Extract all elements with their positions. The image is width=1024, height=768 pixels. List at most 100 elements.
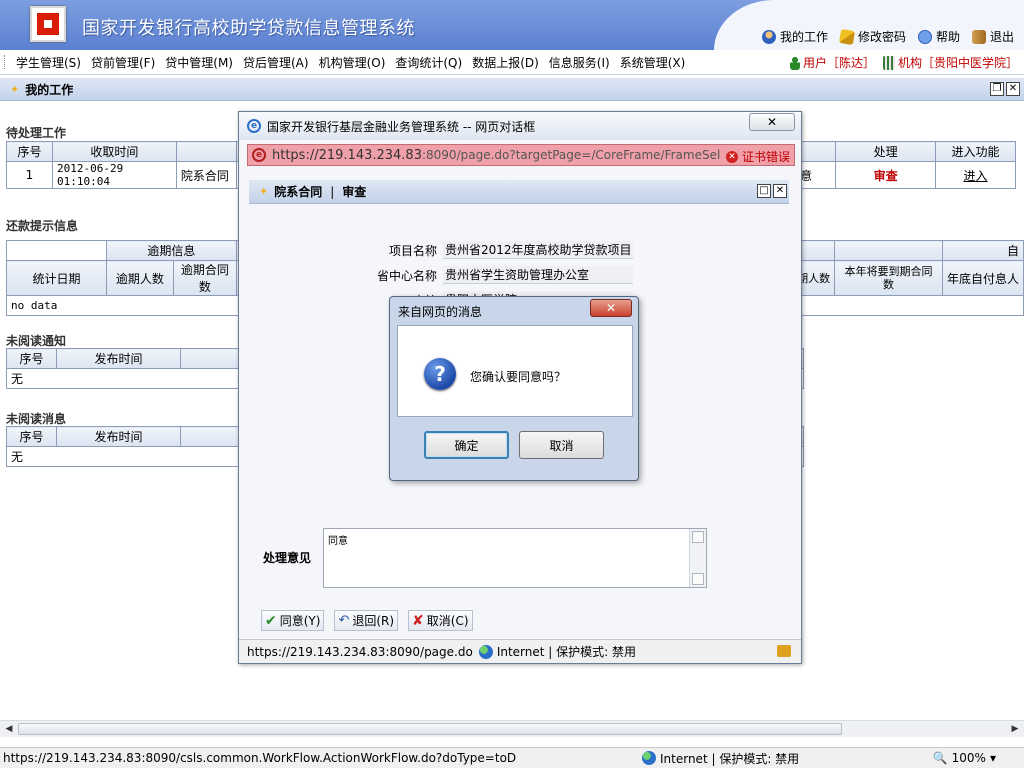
field-center: 省中心名称 贵州省学生资助管理办公室 bbox=[343, 266, 633, 284]
dialog-titlebar: e 国家开发银行基层金融业务管理系统 -- 网页对话框 ✕ bbox=[239, 112, 801, 140]
zoom-control[interactable]: 🔍 100% ▾ bbox=[933, 751, 996, 765]
menu-midloan[interactable]: 贷中管理(M) bbox=[160, 54, 238, 71]
restore-icon[interactable]: ❐ bbox=[990, 82, 1004, 96]
close-icon[interactable]: ✕ bbox=[1006, 82, 1020, 96]
opinion-textarea[interactable]: 同意 bbox=[323, 528, 707, 588]
opinion-scrollbar[interactable] bbox=[689, 529, 706, 587]
msgbox-body: ? 您确认要同意吗？ bbox=[397, 325, 633, 417]
cert-error-icon: ✕ bbox=[725, 150, 738, 163]
help-link[interactable]: 帮助 bbox=[917, 28, 960, 45]
menu-org[interactable]: 机构管理(O) bbox=[314, 54, 391, 71]
current-user: 用户［陈达］ bbox=[789, 54, 875, 71]
opinion-label: 处理意见 bbox=[263, 551, 312, 565]
center-value: 贵州省学生资助管理办公室 bbox=[443, 266, 633, 284]
menu-info[interactable]: 信息服务(I) bbox=[544, 54, 615, 71]
section-title: 院系合同 bbox=[274, 185, 323, 199]
dialog-status-zone: Internet | 保护模式: 禁用 bbox=[478, 643, 636, 660]
check-icon: ✔ bbox=[265, 612, 277, 629]
scroll-thumb[interactable] bbox=[18, 723, 842, 735]
field-project: 项目名称 贵州省2012年度高校助学贷款项目 bbox=[388, 241, 633, 259]
user-icon bbox=[761, 29, 776, 44]
app-banner: 国家开发银行高校助学贷款信息管理系统 我的工作 修改密码 帮助 退出 bbox=[0, 0, 1024, 50]
org-icon bbox=[882, 55, 895, 70]
col-no: 序号 bbox=[6, 141, 53, 162]
dialog-status-bar: https://219.143.234.83:8090/page.do Inte… bbox=[239, 639, 801, 663]
return-button[interactable]: ↶ 退回(R) bbox=[334, 610, 399, 631]
msgbox-text: 您确认要同意吗？ bbox=[470, 370, 567, 384]
menu-grip bbox=[4, 55, 7, 69]
col-3 bbox=[175, 141, 237, 162]
menu-system[interactable]: 系统管理(X) bbox=[615, 54, 691, 71]
col-enter: 进入功能 bbox=[935, 141, 1016, 162]
main-menu: 学生管理(S) 贷前管理(F) 贷中管理(M) 贷后管理(A) 机构管理(O) … bbox=[0, 50, 1024, 75]
zoom-icon: 🔍 bbox=[932, 751, 948, 765]
repay-group2: 自 bbox=[941, 240, 1024, 261]
menu-report[interactable]: 数据上报(D) bbox=[467, 54, 544, 71]
notices-title: 未阅读通知 bbox=[6, 334, 67, 348]
menu-postloan[interactable]: 贷后管理(A) bbox=[238, 54, 314, 71]
bank-logo-icon bbox=[30, 6, 66, 42]
pending-title: 待处理工作 bbox=[6, 126, 67, 140]
horizontal-scrollbar[interactable]: ◀ ▶ bbox=[0, 720, 1024, 737]
menu-query[interactable]: 查询统计(Q) bbox=[390, 54, 467, 71]
star-icon: ✦ bbox=[259, 185, 269, 198]
help-icon bbox=[917, 29, 932, 44]
enter-link[interactable]: 进入 bbox=[964, 169, 988, 183]
review-link[interactable]: 审查 bbox=[874, 169, 898, 183]
session-info: 用户［陈达］ 机构［贵阳中医学院］ bbox=[789, 54, 1018, 71]
browser-status-bar: https://219.143.234.83:8090/csls.common.… bbox=[0, 747, 1024, 768]
exit-icon bbox=[971, 29, 986, 44]
chevron-down-icon: ▾ bbox=[989, 751, 996, 765]
globe-icon bbox=[642, 751, 656, 765]
repay-title: 还款提示信息 bbox=[6, 219, 79, 233]
menu-preloan[interactable]: 贷前管理(F) bbox=[86, 54, 160, 71]
messages-title: 未阅读消息 bbox=[6, 412, 67, 426]
my-work-header: ✦ 我的工作 ❐ ✕ bbox=[0, 78, 1024, 101]
dialog-status-url: https://219.143.234.83:8090/page.do bbox=[247, 644, 473, 659]
scroll-right-icon[interactable]: ▶ bbox=[1008, 723, 1022, 735]
cancel-x-icon: ✘ bbox=[412, 612, 424, 629]
agree-button[interactable]: ✔ 同意(Y) bbox=[261, 610, 325, 631]
address-host: https://219.143.234.83 bbox=[272, 147, 422, 163]
dialog-action-buttons: ✔ 同意(Y) ↶ 退回(R) ✘ 取消(C) bbox=[261, 610, 473, 631]
lock-icon bbox=[777, 645, 791, 657]
section-subtitle: 审查 bbox=[342, 185, 367, 199]
section-window-buttons: □ ✕ bbox=[757, 184, 787, 198]
app-title: 国家开发银行高校助学贷款信息管理系统 bbox=[82, 18, 415, 39]
pencil-icon bbox=[838, 28, 856, 45]
ok-button[interactable]: 确定 bbox=[424, 431, 509, 459]
panel-window-buttons: ❐ ✕ bbox=[990, 82, 1020, 96]
my-work-title: 我的工作 bbox=[25, 82, 74, 97]
cancel-button[interactable]: 取消 bbox=[519, 431, 604, 459]
section-header: ✦ 院系合同 | 审查 □ ✕ bbox=[249, 180, 789, 204]
dialog-title: 国家开发银行基层金融业务管理系统 -- 网页对话框 bbox=[267, 119, 536, 134]
opinion-text: 同意 bbox=[328, 536, 348, 547]
close-icon[interactable]: ✕ bbox=[773, 184, 787, 198]
person-icon bbox=[789, 55, 800, 70]
cancel-button[interactable]: ✘ 取消(C) bbox=[408, 610, 473, 631]
status-zone: Internet | 保护模式: 禁用 bbox=[642, 750, 799, 767]
confirm-message-box: 来自网页的消息 ✕ ? 您确认要同意吗？ 确定 取消 bbox=[389, 296, 639, 481]
ie-icon: e bbox=[252, 148, 266, 162]
star-icon: ✦ bbox=[10, 82, 20, 96]
top-links: 我的工作 修改密码 帮助 退出 bbox=[761, 28, 1014, 45]
cert-error[interactable]: ✕ 证书错误 bbox=[719, 148, 790, 165]
col-time: 收取时间 bbox=[51, 141, 177, 162]
change-password-link[interactable]: 修改密码 bbox=[838, 28, 906, 45]
col-handle: 处理 bbox=[835, 141, 937, 162]
logout-link[interactable]: 退出 bbox=[971, 28, 1014, 45]
address-path: :8090/page.do?targetPage=/CoreFrame/Fram… bbox=[421, 148, 743, 162]
msgbox-close-button[interactable]: ✕ bbox=[590, 299, 632, 317]
overdue-group: 逾期信息 bbox=[106, 240, 237, 261]
dialog-address-bar: e https://219.143.234.83:8090/page.do?ta… bbox=[247, 144, 795, 166]
maximize-icon[interactable]: □ bbox=[757, 184, 771, 198]
globe-icon bbox=[478, 644, 493, 659]
menu-student[interactable]: 学生管理(S) bbox=[11, 54, 86, 71]
my-work-link[interactable]: 我的工作 bbox=[761, 28, 828, 45]
msgbox-title: 来自网页的消息 bbox=[398, 305, 483, 319]
dialog-close-button[interactable]: ✕ bbox=[749, 113, 795, 131]
ie-icon: e bbox=[247, 119, 261, 133]
project-value: 贵州省2012年度高校助学贷款项目 bbox=[443, 241, 633, 259]
scroll-left-icon[interactable]: ◀ bbox=[2, 723, 16, 735]
status-url: https://219.143.234.83:8090/csls.common.… bbox=[3, 751, 517, 765]
